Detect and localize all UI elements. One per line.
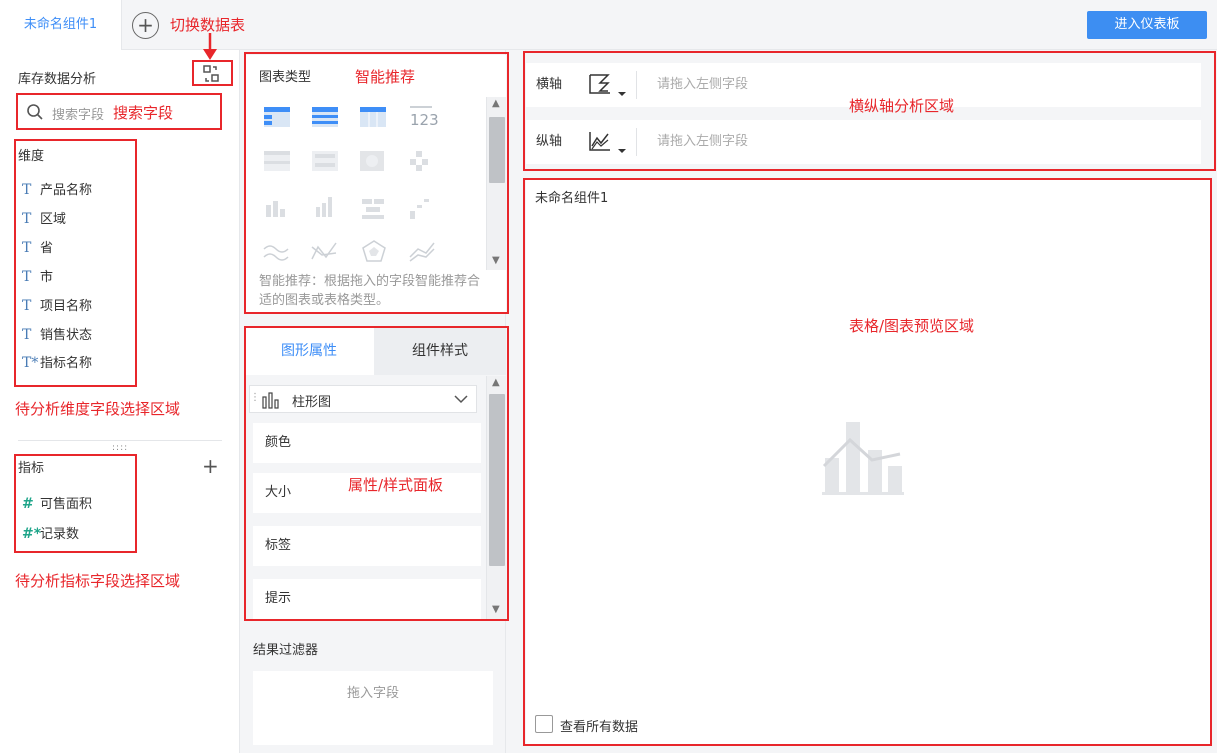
text-field-icon: T [22,269,32,285]
annotation-prop-panel: 属性/样式面板 [348,476,444,494]
line-chart-icon[interactable] [588,130,628,156]
tab-component-1[interactable]: 未命名组件1 [0,0,122,50]
dimension-field[interactable]: T市 [22,266,53,288]
text-field-icon: T [22,240,32,256]
smart-hint: 智能推荐：根据拖入的字段智能推荐合适的图表或表格类型。 [259,274,481,308]
x-axis-drop-zone[interactable]: 请拖入左侧字段 [657,63,748,107]
text-field-icon: T [22,182,32,198]
dimension-label: 区域 [40,212,67,227]
view-all-checkbox[interactable] [535,715,553,733]
table-icon [264,107,290,127]
chart-type-grid[interactable]: 123 [246,95,486,275]
dimension-label: 销售状态 [40,328,93,343]
dimension-label: 省 [40,241,54,256]
axis-type-icon[interactable] [588,73,628,99]
annotation-axis-area: 横纵轴分析区域 [849,97,955,115]
chart-type-select[interactable]: ⋮ 柱形图 [249,385,477,413]
y-axis-row[interactable]: 纵轴 请拖入左侧字段 [526,120,1201,164]
filter-title: 结果过滤器 [253,643,319,658]
search-input[interactable]: 搜索字段 [52,104,104,123]
dimension-field[interactable]: T省 [22,237,53,259]
dimension-field[interactable]: T 区域 [22,208,66,230]
annotation-search: 搜索字段 [113,104,174,122]
search-icon [26,103,44,125]
measure-label: 可售面积 [40,497,93,512]
dimension-field[interactable]: T 项目名称 [22,295,92,317]
cross-table-icon [312,107,338,127]
filter-drop-zone[interactable]: 拖入字段 [253,671,493,745]
prop-color[interactable]: 颜色 [253,423,481,463]
chart-select-label: 柱形图 [292,395,332,410]
number-field-icon: # [22,496,34,512]
dimension-label: 市 [40,270,54,285]
dimension-field[interactable]: T* 指标名称 [22,352,92,374]
text-field-icon: T [22,327,32,343]
annotation-preview-area: 表格/图表预览区域 [849,317,975,335]
tab-component-style[interactable]: 组件样式 [374,327,506,375]
annotation-switch-table: 切换数据表 [170,16,246,34]
measure-field[interactable]: # 可售面积 [22,493,92,515]
annotation-arrow [203,33,217,60]
detail-table-icon [360,107,386,127]
svg-text:123: 123 [410,111,439,129]
measure-label: 记录数 [40,527,80,542]
dimension-title: 维度 [18,149,45,164]
chevron-down-icon [454,395,468,404]
table-name: 库存数据分析 [18,72,97,87]
property-scrollbar[interactable]: ▲ ▼ [486,376,506,619]
x-axis-label: 横轴 [536,77,563,92]
bar-chart-icon [262,392,279,409]
switch-table-icon[interactable] [201,64,221,84]
dimension-label: 项目名称 [40,299,93,314]
annotation-measure-area: 待分析指标字段选择区域 [15,572,181,590]
dimension-field[interactable]: T 销售状态 [22,324,92,346]
enter-dashboard-button[interactable]: 进入仪表板 [1087,11,1207,39]
resize-handle[interactable]: :::: [112,443,128,453]
tab-graph-properties[interactable]: 图形属性 [244,327,374,375]
number-field-icon: #* [22,526,42,542]
text-field-icon: T [22,298,32,314]
chart-type-title: 图表类型 [259,70,312,85]
measure-title: 指标 [18,461,45,476]
preview-title: 未命名组件1 [535,191,609,206]
chart-type-scrollbar[interactable]: ▲ ▼ [486,97,506,270]
dimension-label: 指标名称 [40,356,93,371]
add-measure-icon[interactable]: + [202,454,219,478]
dimension-field[interactable]: T 产品名称 [22,179,92,201]
prop-tooltip[interactable]: 提示 [253,579,481,619]
text-field-icon: T* [22,355,39,371]
view-all-label: 查看所有数据 [560,720,639,735]
measure-field[interactable]: #*记录数 [22,523,79,545]
empty-chart-icon [822,422,904,495]
kpi-number-icon: 123 [410,106,439,129]
dimension-label: 产品名称 [40,183,93,198]
annotation-dimension-area: 待分析维度字段选择区域 [15,400,181,418]
divider [18,440,222,441]
prop-label[interactable]: 标签 [253,526,481,566]
add-tab-icon[interactable]: + [132,12,159,39]
y-axis-label: 纵轴 [536,134,563,149]
y-axis-drop-zone[interactable]: 请拖入左侧字段 [657,120,748,164]
annotation-smart: 智能推荐 [355,68,416,86]
text-field-icon: T [22,211,32,227]
